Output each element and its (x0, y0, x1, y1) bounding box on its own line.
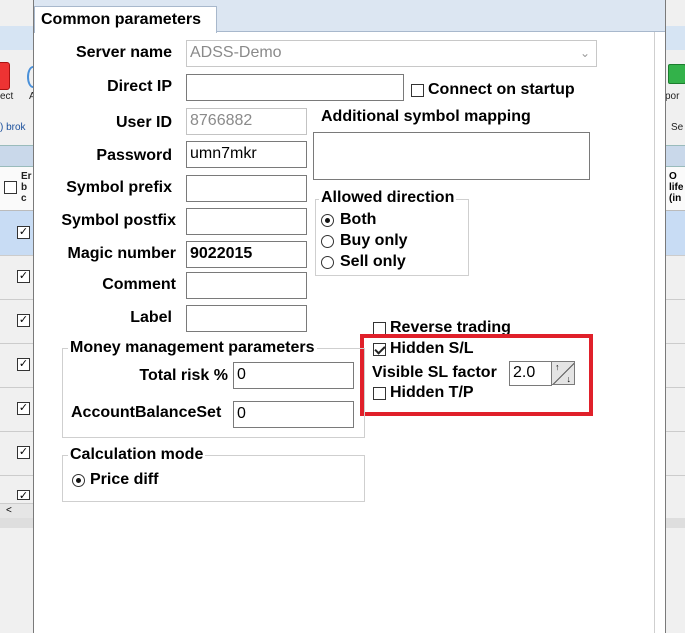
hidden-tp-label: Hidden T/P (390, 384, 474, 401)
grid-toolbar (0, 145, 34, 167)
row-checkbox[interactable]: ✓ (17, 270, 30, 283)
row-checkbox[interactable]: ✓ (17, 314, 30, 327)
total-risk-input[interactable]: 0 (233, 362, 354, 389)
symbol-postfix-label: Symbol postfix (61, 212, 176, 229)
symbol-postfix-input[interactable] (186, 208, 307, 235)
server-name-value: ADSS-Demo (190, 44, 282, 61)
ribbon-label-por: por (665, 91, 680, 102)
user-id-input[interactable]: 8766882 (186, 108, 307, 135)
disconnect-icon[interactable] (0, 62, 10, 90)
direct-ip-label: Direct IP (107, 78, 172, 95)
connect-on-startup-checkbox[interactable] (411, 84, 424, 97)
spin-down-icon[interactable]: ↓ (567, 374, 572, 384)
hidden-sl-label: Hidden S/L (390, 340, 474, 357)
row-checkbox[interactable]: ✓ (17, 490, 30, 502)
ribbon-label-se: Se (671, 122, 684, 133)
additional-symbol-mapping-input[interactable] (313, 132, 590, 180)
price-diff-label: Price diff (90, 471, 159, 488)
settings-dialog: Common parameters Server name ADSS-Demo … (33, 0, 666, 633)
direction-sell-only-label: Sell only (340, 253, 406, 270)
direction-both-radio[interactable] (321, 214, 334, 227)
comment-input[interactable] (186, 272, 307, 299)
chevron-down-icon[interactable]: ⌄ (580, 41, 590, 65)
ribbon-band (665, 26, 685, 50)
export-icon[interactable] (668, 64, 685, 84)
grid-header-right: O life (in (665, 167, 685, 211)
symbol-prefix-label: Symbol prefix (66, 179, 172, 196)
row-checkbox[interactable]: ✓ (17, 358, 30, 371)
server-name-select[interactable]: ADSS-Demo ⌄ (186, 40, 597, 67)
label-input[interactable] (186, 305, 307, 332)
ribbon-label-ect: ect (0, 91, 14, 102)
password-label: Password (96, 147, 172, 164)
price-diff-radio[interactable] (72, 474, 85, 487)
password-input[interactable]: umn7mkr (186, 141, 307, 168)
hidden-tp-checkbox[interactable] (373, 387, 386, 400)
money-management-title: Money management parameters (68, 339, 317, 357)
background-app-right: por Se O life (in (665, 0, 685, 633)
tab-bar: Common parameters (34, 0, 665, 33)
label-label: Label (130, 309, 172, 326)
magic-number-input[interactable]: 9022015 (186, 241, 307, 268)
account-balance-set-label: AccountBalanceSet (71, 404, 222, 421)
symbol-prefix-input[interactable] (186, 175, 307, 202)
direction-sell-only-radio[interactable] (321, 256, 334, 269)
visible-sl-factor-input[interactable]: 2.0 (509, 361, 552, 386)
server-name-label: Server name (75, 44, 172, 61)
direction-buy-only-label: Buy only (340, 232, 408, 249)
background-app-left: ect A ) brok Er b c ✓ ✓ ✓ ✓ ✓ ✓ ✓ < (0, 0, 39, 633)
horizontal-scrollbar[interactable]: < (0, 503, 34, 518)
tab-common-parameters[interactable]: Common parameters (34, 6, 217, 33)
comment-label: Comment (102, 276, 176, 293)
visible-sl-factor-label: Visible SL factor (372, 364, 497, 381)
ribbon-band (0, 26, 34, 50)
row-checkbox[interactable]: ✓ (17, 226, 30, 239)
scroll-left-icon[interactable]: < (6, 505, 12, 516)
direct-ip-input[interactable] (186, 74, 404, 101)
broker-link[interactable]: ) brok (0, 122, 26, 133)
total-risk-label: Total risk % (139, 367, 228, 384)
connect-on-startup-label: Connect on startup (428, 81, 575, 98)
user-id-label: User ID (115, 114, 172, 131)
select-all-checkbox[interactable] (4, 181, 17, 194)
row-checkbox[interactable]: ✓ (17, 446, 30, 459)
additional-symbol-mapping-label: Additional symbol mapping (321, 108, 531, 125)
grid-header-label: Er b c (21, 171, 32, 204)
table-row-selected[interactable] (665, 211, 685, 255)
magic-number-label: Magic number (67, 245, 176, 262)
direction-buy-only-radio[interactable] (321, 235, 334, 248)
allowed-direction-title: Allowed direction (319, 189, 457, 207)
grid-header-left: Er b c (0, 167, 34, 211)
hidden-sl-checkbox[interactable] (373, 343, 386, 356)
visible-sl-factor-spinner[interactable]: ↑ ↓ (551, 361, 575, 385)
row-checkbox[interactable]: ✓ (17, 402, 30, 415)
account-balance-set-input[interactable]: 0 (233, 401, 354, 428)
calculation-mode-title: Calculation mode (68, 446, 206, 464)
grid-toolbar (665, 145, 685, 167)
direction-both-label: Both (340, 211, 377, 228)
spin-up-icon[interactable]: ↑ (555, 362, 560, 372)
